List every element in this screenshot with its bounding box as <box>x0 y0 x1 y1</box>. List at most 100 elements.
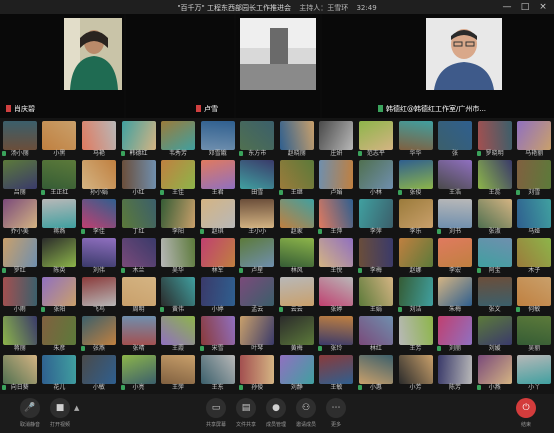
participant-tile[interactable]: 小敏 <box>79 354 119 393</box>
participant-tile[interactable]: 小红 <box>119 159 159 198</box>
participant-tile[interactable]: 刘伟 <box>79 237 119 276</box>
participant-tile[interactable]: 李乐 <box>396 198 436 237</box>
maximize-button[interactable]: □ <box>516 1 534 13</box>
participant-tile[interactable]: 赵琪 <box>198 198 238 237</box>
participant-tile[interactable]: 罗红 <box>0 237 40 276</box>
participant-tile[interactable]: 飞鸟 <box>79 276 119 315</box>
participant-tile[interactable]: 刘静 <box>277 354 317 393</box>
participant-tile[interactable]: 陈英 <box>39 237 79 276</box>
video-tile-2[interactable]: 卢雪 <box>126 14 234 118</box>
participant-tile[interactable]: 王娟 <box>356 276 396 315</box>
video-tile-4[interactable]: 韩德红@韩德红工作室/广州市... <box>322 14 554 118</box>
participant-tile[interactable]: 孙俊 <box>237 354 277 393</box>
participant-tile[interactable]: 东方市 <box>237 120 277 159</box>
participant-tile[interactable]: 王东 <box>198 354 238 393</box>
participant-tile[interactable]: 林红 <box>356 315 396 354</box>
participant-tile[interactable]: 叶琴 <box>237 315 277 354</box>
participant-tile[interactable]: 王芳 <box>396 315 436 354</box>
participant-tile[interactable]: 王霞 <box>158 315 198 354</box>
participant-tile[interactable]: 张阳 <box>39 276 79 315</box>
participant-tile[interactable]: 汤小丽 <box>0 120 40 159</box>
participant-tile[interactable]: 王悦 <box>316 237 356 276</box>
participant-tile[interactable]: 阿宝 <box>475 237 515 276</box>
close-button[interactable]: × <box>534 1 552 13</box>
participant-tile[interactable]: 张晴 <box>119 315 159 354</box>
chevron-up-icon[interactable]: ▲ <box>74 404 79 412</box>
participant-tile[interactable]: 韦秀芳 <box>158 120 198 159</box>
participant-tile[interactable]: 周明 <box>119 276 159 315</box>
participant-tile[interactable]: 马艳丽 <box>514 120 554 159</box>
participant-tile[interactable]: 乔小美 <box>0 198 40 237</box>
participant-tile[interactable]: 吕丽 <box>0 159 40 198</box>
more-icon[interactable]: ⋯ <box>326 398 346 418</box>
participant-tile[interactable]: 小林 <box>356 159 396 198</box>
participant-tile[interactable]: 小亮 <box>119 354 159 393</box>
participant-tile[interactable]: 朱梅 <box>435 276 475 315</box>
participant-tile[interactable]: 花儿 <box>39 354 79 393</box>
participant-tile[interactable]: 王浩 <box>435 159 475 198</box>
participant-tile[interactable]: 刘媛 <box>475 315 515 354</box>
participant-tile[interactable]: 木子 <box>514 237 554 276</box>
participant-tile[interactable]: 张俊 <box>396 159 436 198</box>
participant-tile[interactable]: 卢娟 <box>316 159 356 198</box>
participant-tile[interactable]: 张燕 <box>79 315 119 354</box>
participant-tile[interactable]: 王萍 <box>316 198 356 237</box>
participant-tile[interactable]: 赵娜 <box>396 237 436 276</box>
participant-tile[interactable]: 刘雪 <box>514 159 554 198</box>
participant-tile[interactable]: 田雪 <box>237 159 277 198</box>
participant-tile[interactable]: 王小小 <box>237 198 277 237</box>
video-tile-1[interactable]: 肖庆碧 <box>0 14 124 118</box>
participant-tile[interactable]: 刘书 <box>435 198 475 237</box>
participant-tile[interactable]: 华华 <box>396 120 436 159</box>
participant-tile[interactable]: 林军 <box>198 237 238 276</box>
participant-tile[interactable]: 王敏 <box>316 354 356 393</box>
participant-tile[interactable]: 木兰 <box>119 237 159 276</box>
participant-tile[interactable]: 小丫 <box>514 354 554 393</box>
participant-tile[interactable]: 赵晓丽 <box>277 120 317 159</box>
participant-tile[interactable]: 小婷 <box>198 276 238 315</box>
participant-tile[interactable]: 张玲 <box>316 315 356 354</box>
participant-tile[interactable]: 何敏 <box>514 276 554 315</box>
participant-tile[interactable]: 云云 <box>277 276 317 315</box>
mic-muted-icon[interactable]: 🎤 <box>20 398 40 418</box>
video-tile-3[interactable] <box>236 14 320 118</box>
participant-tile[interactable]: 李佳 <box>79 198 119 237</box>
participant-tile[interactable]: 刘丽 <box>435 315 475 354</box>
participant-tile[interactable]: 李阳 <box>158 198 198 237</box>
participant-tile[interactable]: 范志平 <box>356 120 396 159</box>
participant-tile[interactable]: 吴丽 <box>514 315 554 354</box>
participant-tile[interactable]: 蒋燕 <box>39 198 79 237</box>
participant-tile[interactable]: 韩德红 <box>119 120 159 159</box>
participant-tile[interactable]: 邓雪娥 <box>198 120 238 159</box>
minimize-button[interactable]: — <box>498 1 516 13</box>
participant-tile[interactable]: 黄伟 <box>158 276 198 315</box>
file-share-icon[interactable]: ▤ <box>236 398 256 418</box>
participant-tile[interactable]: 丁红 <box>119 198 159 237</box>
participant-tile[interactable]: 小惠 <box>356 354 396 393</box>
people-icon[interactable]: ⚇ <box>296 398 316 418</box>
participant-tile[interactable]: 罗晓明 <box>475 120 515 159</box>
participant-tile[interactable]: 卢星 <box>237 237 277 276</box>
participant-tile[interactable]: 李萍 <box>356 198 396 237</box>
participant-tile[interactable]: 刘洁 <box>396 276 436 315</box>
share-screen-icon[interactable]: ▭ <box>206 398 226 418</box>
person-icon[interactable]: ● <box>266 398 286 418</box>
participant-tile[interactable]: 马娅 <box>514 198 554 237</box>
participant-tile[interactable]: 小芳 <box>396 354 436 393</box>
participant-tile[interactable]: 王佳 <box>158 159 198 198</box>
participant-tile[interactable]: 孟云 <box>237 276 277 315</box>
participant-tile[interactable]: 陈芳 <box>435 354 475 393</box>
participant-tile[interactable]: 黄梅 <box>277 315 317 354</box>
participant-tile[interactable]: 王继 <box>277 159 317 198</box>
participant-tile[interactable]: 马艳 <box>79 120 119 159</box>
participant-tile[interactable]: 张婷 <box>316 276 356 315</box>
participant-tile[interactable]: 宋雪 <box>198 315 238 354</box>
participant-tile[interactable]: 吴华 <box>158 237 198 276</box>
participant-tile[interactable]: 王萍 <box>158 354 198 393</box>
participant-tile[interactable]: 王正红 <box>39 159 79 198</box>
participant-tile[interactable]: 李梅 <box>356 237 396 276</box>
power-icon[interactable]: ⏻ <box>516 398 536 418</box>
participant-tile[interactable]: 庄妍 <box>316 120 356 159</box>
participant-tile[interactable]: 向日葵 <box>0 354 40 393</box>
camera-off-icon[interactable]: ■ <box>50 398 70 418</box>
